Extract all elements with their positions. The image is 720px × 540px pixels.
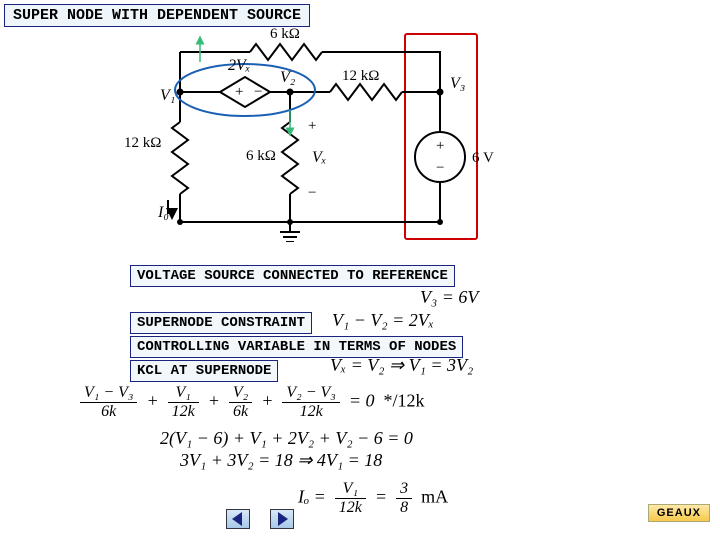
label-r-right: 12 kΩ: [342, 68, 379, 84]
label-dep-src: 2Vₓ: [228, 57, 250, 74]
prev-button[interactable]: [226, 509, 250, 529]
eq-constraint: V₁ − V₂ = 2Vₓ: [332, 310, 434, 331]
chevron-left-icon: [232, 512, 242, 526]
caption-supernode-constraint: SUPERNODE CONSTRAINT: [130, 312, 312, 334]
label-v3: V₃: [450, 75, 465, 92]
eq-kcl-2: 2(V₁ − 6) + V₁ + 2V₂ + V₂ − 6 = 0: [160, 428, 413, 449]
label-indep-src: 6 V: [472, 150, 494, 166]
label-vx: Vₓ: [312, 149, 326, 166]
label-r-mid: 6 kΩ: [246, 148, 276, 164]
chevron-right-icon: [278, 512, 288, 526]
eq-controlvar: Vₓ = V₂ ⇒ V₁ = 3V₂: [330, 355, 473, 376]
svg-text:−: −: [436, 160, 444, 176]
caption-kcl: KCL AT SUPERNODE: [130, 360, 278, 382]
label-vx-minus: −: [308, 185, 316, 201]
label-v2: V₂: [280, 69, 296, 86]
next-button[interactable]: [270, 509, 294, 529]
eq-kcl-main: V₁ − V₃6k + V₁12k + V₂6k + V₂ − V₃12k = …: [80, 384, 425, 421]
eq-v3: V₃ = 6V: [420, 287, 478, 308]
svg-text:−: −: [254, 84, 262, 100]
caption-voltage-ref: VOLTAGE SOURCE CONNECTED TO REFERENCE: [130, 265, 455, 287]
label-v1: V₁: [160, 87, 175, 104]
label-vx-plus: +: [308, 118, 316, 134]
label-r-top: 6 kΩ: [270, 26, 300, 42]
nav-buttons: [220, 509, 300, 534]
label-r-left: 12 kΩ: [124, 135, 161, 151]
circuit-diagram: + − + − 6 kΩ 12 kΩ 12 kΩ 6 kΩ 2Vₓ V₁ V₂ …: [120, 22, 520, 242]
eq-io-result: Iₒ = V₁12k = 38 mA: [298, 480, 448, 517]
eq-kcl-3: 3V₁ + 3V₂ = 18 ⇒ 4V₁ = 18: [180, 450, 382, 471]
brand-badge: GEAUX: [648, 504, 710, 522]
svg-text:+: +: [235, 84, 243, 100]
svg-text:+: +: [436, 138, 444, 154]
